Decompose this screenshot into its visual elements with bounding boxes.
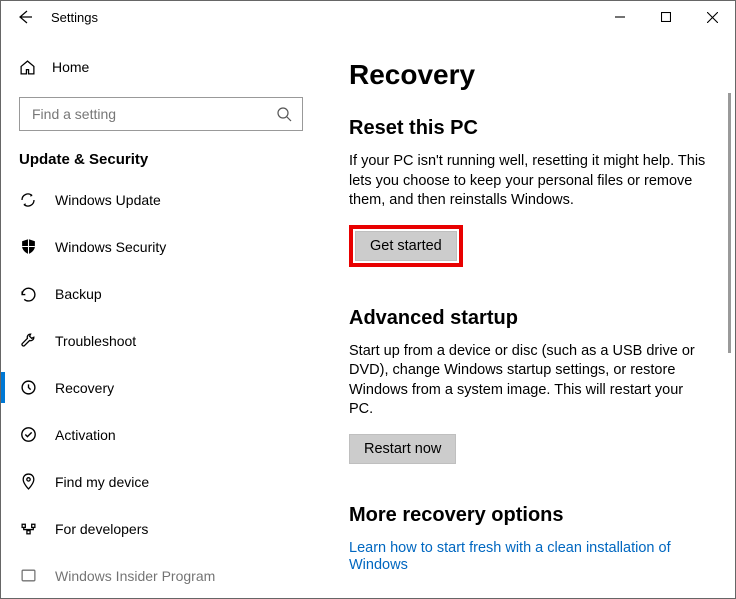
sidebar-item-for-developers[interactable]: For developers: [1, 505, 321, 552]
sidebar-item-find-my-device[interactable]: Find my device: [1, 458, 321, 505]
advanced-startup-description: Start up from a device or disc (such as …: [349, 342, 707, 420]
advanced-startup-section: Advanced startup Start up from a device …: [349, 307, 707, 464]
sidebar-item-activation[interactable]: Activation: [1, 411, 321, 458]
highlight-marker: Get started: [349, 225, 463, 267]
sidebar-item-label: Recovery: [55, 380, 114, 396]
maximize-button[interactable]: [643, 1, 689, 33]
sidebar-item-label: Windows Update: [55, 192, 161, 208]
content-area: Recovery Reset this PC If your PC isn't …: [321, 33, 735, 598]
sidebar-item-backup[interactable]: Backup: [1, 270, 321, 317]
sidebar-item-label: For developers: [55, 521, 148, 537]
reset-pc-description: If your PC isn't running well, resetting…: [349, 152, 707, 211]
sidebar-item-recovery[interactable]: Recovery: [1, 364, 321, 411]
sidebar-item-troubleshoot[interactable]: Troubleshoot: [1, 317, 321, 364]
page-heading: Recovery: [349, 59, 707, 91]
backup-icon: [19, 285, 37, 302]
sidebar: Home Update & Security: [1, 33, 321, 598]
sidebar-item-label: Troubleshoot: [55, 333, 136, 349]
minimize-button[interactable]: [597, 1, 643, 33]
insider-icon: [19, 567, 37, 584]
settings-window: Settings Home: [0, 0, 736, 599]
sync-icon: [19, 191, 37, 209]
recovery-icon: [19, 379, 37, 396]
fresh-install-link[interactable]: Learn how to start fresh with a clean in…: [349, 540, 671, 573]
window-controls: [597, 1, 735, 33]
window-title: Settings: [49, 10, 597, 25]
back-button[interactable]: [1, 1, 49, 33]
wrench-icon: [19, 332, 37, 349]
sidebar-item-label: Windows Insider Program: [55, 568, 215, 584]
titlebar: Settings: [1, 1, 735, 33]
location-icon: [19, 473, 37, 490]
sidebar-home[interactable]: Home: [1, 47, 321, 87]
sidebar-nav: Windows Update Windows Security: [1, 176, 321, 598]
search-input[interactable]: [30, 105, 276, 123]
home-icon: [19, 59, 36, 76]
close-button[interactable]: [689, 1, 735, 33]
sidebar-item-label: Backup: [55, 286, 102, 302]
sidebar-home-label: Home: [52, 59, 89, 75]
search-icon: [276, 106, 292, 122]
vertical-scrollbar[interactable]: [728, 93, 731, 353]
sidebar-item-label: Activation: [55, 427, 116, 443]
sidebar-item-windows-security[interactable]: Windows Security: [1, 223, 321, 270]
developers-icon: [19, 520, 37, 537]
more-recovery-section: More recovery options Learn how to start…: [349, 504, 707, 573]
sidebar-item-label: Find my device: [55, 474, 149, 490]
check-circle-icon: [19, 426, 37, 443]
reset-pc-title: Reset this PC: [349, 117, 707, 140]
sidebar-item-windows-update[interactable]: Windows Update: [1, 176, 321, 223]
get-started-button[interactable]: Get started: [355, 231, 457, 261]
restart-now-button[interactable]: Restart now: [349, 434, 456, 464]
more-recovery-title: More recovery options: [349, 504, 707, 527]
sidebar-item-label: Windows Security: [55, 239, 166, 255]
shield-icon: [19, 238, 37, 255]
search-box[interactable]: [19, 97, 303, 131]
advanced-startup-title: Advanced startup: [349, 307, 707, 330]
reset-pc-section: Reset this PC If your PC isn't running w…: [349, 117, 707, 267]
sidebar-item-insider-program[interactable]: Windows Insider Program: [1, 552, 321, 598]
window-body: Home Update & Security: [1, 33, 735, 598]
sidebar-section-title: Update & Security: [1, 149, 321, 176]
